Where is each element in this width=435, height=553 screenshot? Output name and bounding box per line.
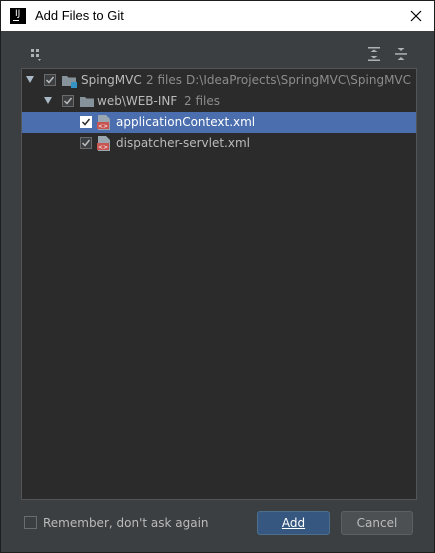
cancel-button[interactable]: Cancel — [341, 511, 413, 535]
tree-node-file[interactable]: <> applicationContext.xml — [22, 112, 416, 133]
root-file-count: 2 files — [146, 73, 182, 87]
remember-label[interactable]: Remember, don't ask again — [43, 515, 209, 531]
tree-node-folder[interactable]: web\WEB-INF 2 files — [22, 91, 416, 112]
cancel-button-label: Cancel — [356, 516, 398, 530]
root-checkbox[interactable] — [44, 74, 56, 86]
file-checkbox[interactable] — [80, 116, 92, 128]
folder-icon — [80, 94, 96, 113]
root-name: SpingMVC — [81, 73, 142, 87]
group-by-icon[interactable] — [30, 47, 44, 66]
expand-all-icon[interactable] — [367, 46, 381, 66]
file-name: dispatcher-servlet.xml — [116, 136, 250, 150]
add-button-label: Add — [281, 516, 306, 530]
tree-node-file[interactable]: <> dispatcher-servlet.xml — [22, 133, 416, 154]
folder-checkbox[interactable] — [62, 95, 74, 107]
xml-file-icon: <> — [97, 136, 111, 155]
folder-file-count: 2 files — [184, 94, 220, 108]
dialog-title: Add Files to Git — [35, 8, 124, 23]
svg-text:<>: <> — [98, 123, 108, 130]
collapse-arrow-icon[interactable] — [26, 76, 34, 83]
close-icon[interactable] — [407, 7, 425, 25]
root-path: D:\IdeaProjects\SpringMVC\SpingMVC — [186, 73, 412, 87]
remember-checkbox[interactable] — [24, 516, 37, 529]
file-checkbox[interactable] — [80, 137, 92, 149]
add-files-dialog: IJ Add Files to Git SpingMVC 2 files D:\… — [0, 0, 435, 553]
changes-tree[interactable]: SpingMVC 2 files D:\IdeaProjects\SpringM… — [21, 68, 417, 500]
svg-text:<>: <> — [98, 144, 108, 151]
file-name: applicationContext.xml — [116, 115, 256, 129]
module-folder-icon — [62, 73, 78, 92]
tree-node-root[interactable]: SpingMVC 2 files D:\IdeaProjects\SpringM… — [22, 70, 416, 91]
xml-file-icon: <> — [97, 115, 111, 134]
title-bar: IJ Add Files to Git — [1, 1, 434, 31]
add-button[interactable]: Add — [257, 511, 330, 535]
folder-name: web\WEB-INF — [97, 94, 178, 108]
collapse-all-icon[interactable] — [394, 46, 408, 66]
intellij-app-icon: IJ — [10, 8, 26, 24]
collapse-arrow-icon[interactable] — [44, 97, 52, 104]
